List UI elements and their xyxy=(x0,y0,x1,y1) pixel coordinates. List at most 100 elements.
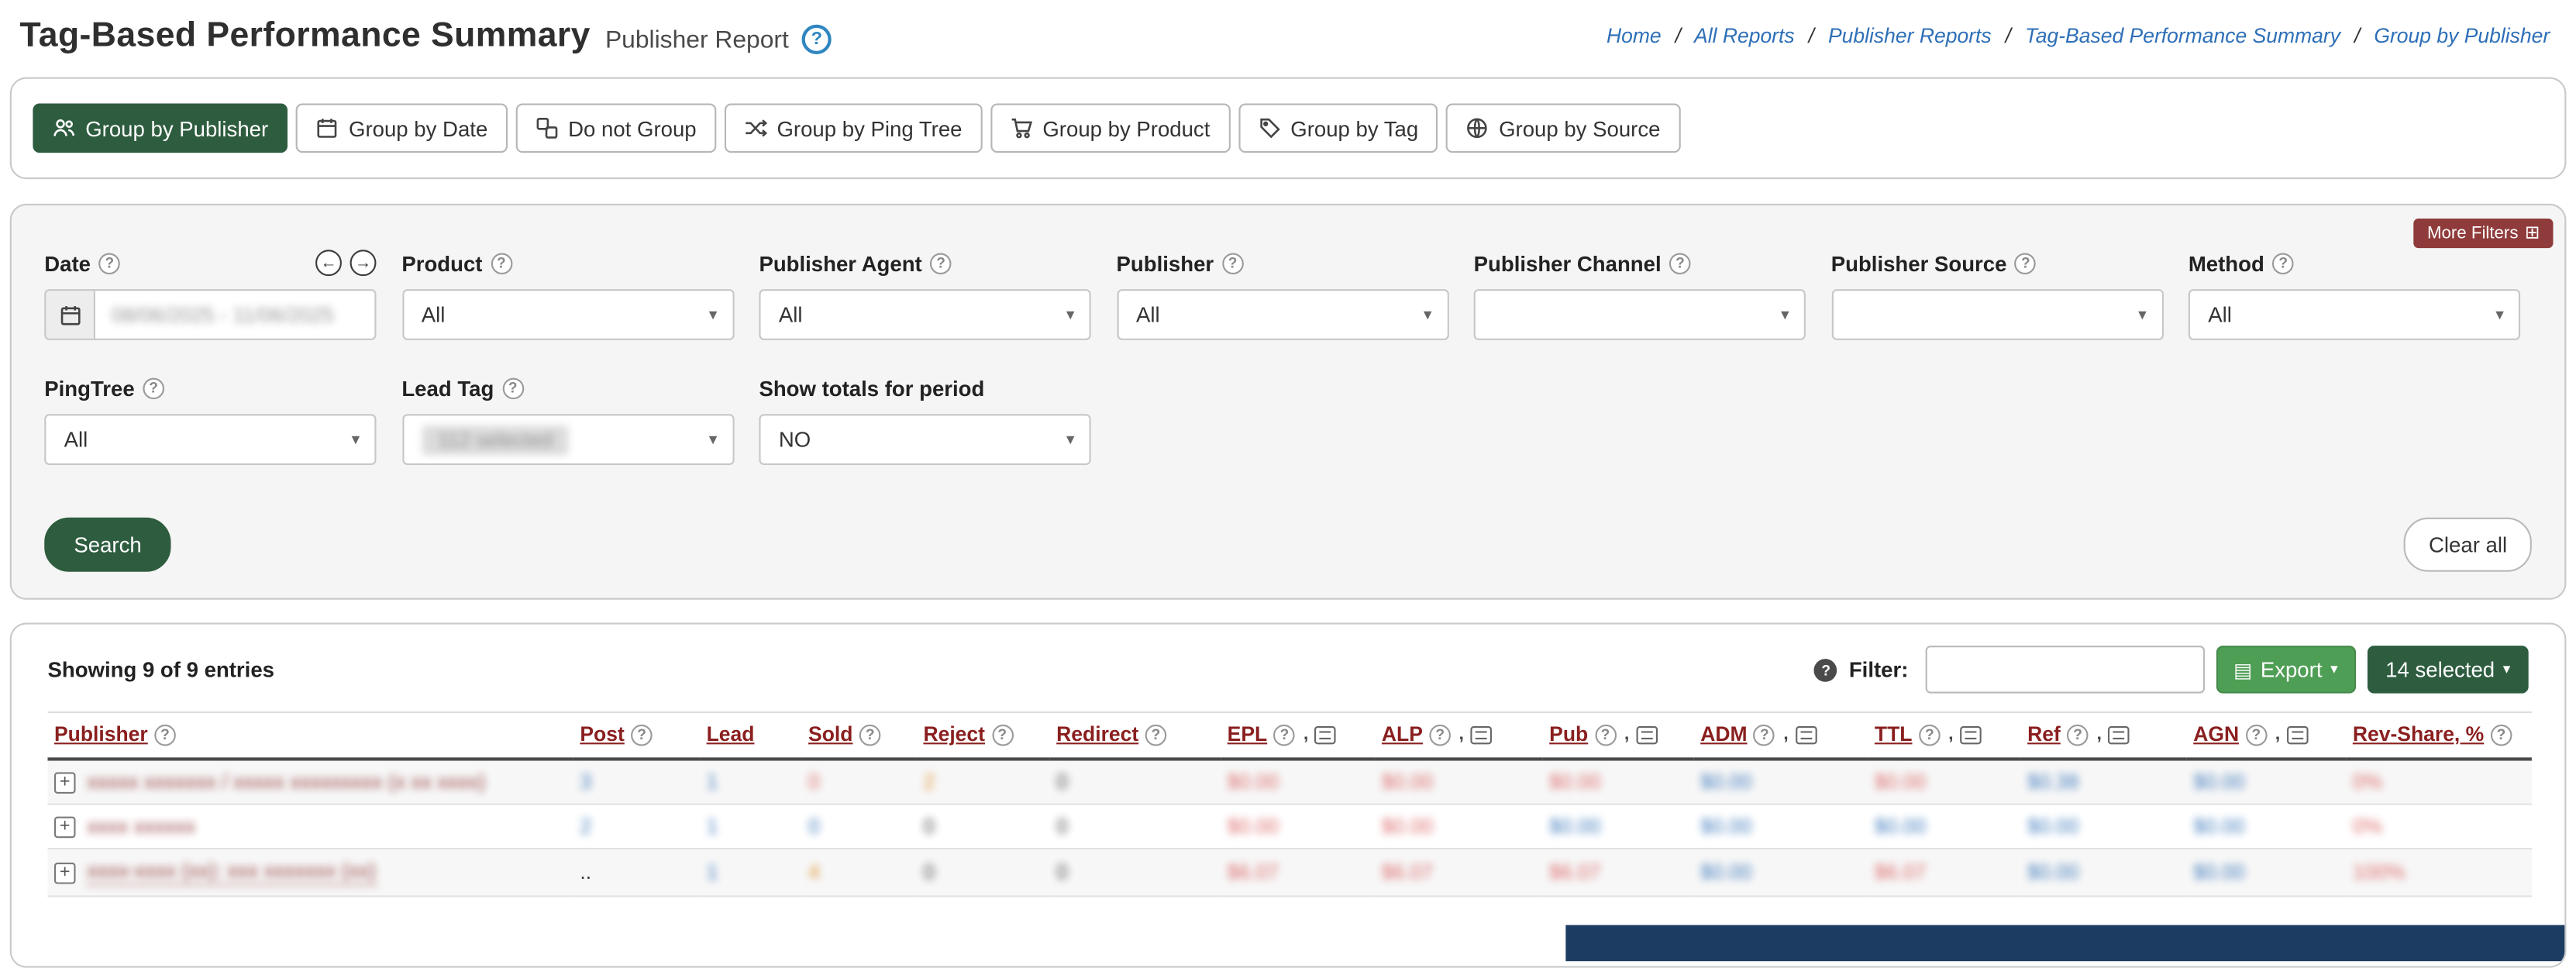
group-by-ping-tree-button[interactable]: Group by Ping Tree xyxy=(725,104,982,153)
publisher-select[interactable]: All ▾ xyxy=(1117,289,1448,340)
help-icon[interactable]: ? xyxy=(2272,252,2294,274)
help-icon[interactable]: ? xyxy=(1919,724,1941,746)
currency-toggle-icon[interactable] xyxy=(2287,725,2309,743)
currency-toggle-icon[interactable] xyxy=(1636,725,1658,743)
currency-toggle-icon[interactable] xyxy=(2108,725,2130,743)
cell-value[interactable]: 3 xyxy=(580,770,591,794)
sort-pub[interactable]: Pub xyxy=(1549,723,1588,746)
cell-pub: $0.00 xyxy=(1543,804,1694,849)
help-icon[interactable]: ? xyxy=(2015,252,2037,274)
sort-agn[interactable]: AGN xyxy=(2193,723,2239,746)
group-by-date-button[interactable]: Group by Date xyxy=(296,104,508,153)
lead-tag-label: Lead Tag xyxy=(401,375,494,400)
sort-rev-share[interactable]: Rev-Share, % xyxy=(2353,723,2484,746)
help-icon[interactable]: ? xyxy=(1754,724,1775,746)
date-range-input[interactable]: 08/06/2025 - 11/06/2025 xyxy=(44,289,376,340)
help-icon[interactable]: ? xyxy=(1669,252,1691,274)
sort-alp[interactable]: ALP xyxy=(1382,723,1423,746)
help-icon[interactable]: ? xyxy=(502,377,524,399)
currency-toggle-icon[interactable] xyxy=(1315,725,1337,743)
table-filter-input[interactable] xyxy=(1925,646,2204,693)
table-row: + xxxx-xxxx (xx): xxx xxxxxxx (xx) .. 1 4… xyxy=(47,849,2531,896)
search-button[interactable]: Search xyxy=(44,518,171,572)
clear-all-button[interactable]: Clear all xyxy=(2404,518,2532,572)
sort-reject[interactable]: Reject xyxy=(923,723,985,746)
publisher-channel-select[interactable]: ▾ xyxy=(1474,289,1806,340)
publisher-link[interactable]: xxxx xxxxxx xyxy=(87,815,195,839)
expand-row-icon[interactable]: + xyxy=(54,816,76,838)
sort-post[interactable]: Post xyxy=(580,723,624,746)
help-icon[interactable]: ? xyxy=(991,724,1013,746)
currency-toggle-icon[interactable] xyxy=(1795,725,1817,743)
sort-sold[interactable]: Sold xyxy=(808,723,852,746)
cell-value: $0.00 xyxy=(1549,770,1600,794)
cell-value[interactable]: 2 xyxy=(580,815,591,839)
date-next-button[interactable]: → xyxy=(350,250,377,276)
currency-toggle-icon[interactable] xyxy=(1471,725,1493,743)
cell-value[interactable]: 2 xyxy=(923,770,935,794)
date-prev-button[interactable]: ← xyxy=(315,250,342,276)
sort-publisher[interactable]: Publisher xyxy=(54,723,148,746)
export-button[interactable]: ▤ Export ▾ xyxy=(2216,646,2356,693)
help-icon[interactable]: ? xyxy=(491,252,512,274)
help-icon[interactable]: ? xyxy=(631,724,653,746)
help-icon[interactable]: ? xyxy=(99,252,121,274)
page-help-icon[interactable]: ? xyxy=(802,25,832,54)
help-icon[interactable]: ? xyxy=(930,252,952,274)
help-icon[interactable]: ? xyxy=(2491,724,2512,746)
breadcrumb-home[interactable]: Home xyxy=(1607,25,1662,48)
help-icon[interactable]: ? xyxy=(1595,724,1617,746)
publisher-link[interactable]: xxxx-xxxx (xx): xxx xxxxxxx (xx) xyxy=(87,859,375,886)
help-icon[interactable]: ? xyxy=(2067,724,2089,746)
lead-tag-select[interactable]: 112 selected ▾ xyxy=(401,414,733,465)
cell-value[interactable]: 4 xyxy=(808,861,820,884)
group-by-product-button[interactable]: Group by Product xyxy=(990,104,1230,153)
breadcrumb-publisher-reports[interactable]: Publisher Reports xyxy=(1828,25,1992,48)
more-filters-button[interactable]: More Filters ⊞ xyxy=(2414,219,2553,248)
cell-value[interactable]: 1 xyxy=(707,815,718,839)
help-icon[interactable]: ? xyxy=(154,724,176,746)
help-icon[interactable]: ? xyxy=(143,377,164,399)
help-icon[interactable]: ? xyxy=(1429,724,1451,746)
help-icon[interactable]: ? xyxy=(1274,724,1296,746)
do-not-group-button[interactable]: Do not Group xyxy=(515,104,716,153)
help-icon[interactable]: ? xyxy=(1222,252,1244,274)
cell-value[interactable]: 0 xyxy=(808,770,820,794)
method-select[interactable]: All ▾ xyxy=(2189,289,2520,340)
show-totals-select[interactable]: NO ▾ xyxy=(759,414,1090,465)
cell-value[interactable]: 1 xyxy=(707,770,718,794)
group-by-publisher-button[interactable]: Group by Publisher xyxy=(33,104,288,153)
cell-value[interactable]: .. xyxy=(580,861,591,884)
breadcrumb-all-reports[interactable]: All Reports xyxy=(1694,25,1795,48)
cell-agn: $0.00 xyxy=(2187,759,2347,804)
group-by-tag-button[interactable]: Group by Tag xyxy=(1238,104,1438,153)
currency-toggle-icon[interactable] xyxy=(1960,725,1982,743)
columns-selected-button[interactable]: 14 selected ▾ xyxy=(2368,646,2529,693)
publisher-source-select[interactable]: ▾ xyxy=(1831,289,2163,340)
group-by-source-button[interactable]: Group by Source xyxy=(1446,104,1680,153)
page-title: Tag-Based Performance Summary xyxy=(19,16,590,56)
calendar-picker-button[interactable] xyxy=(46,291,95,338)
users-icon xyxy=(53,117,76,140)
breadcrumb-current-report[interactable]: Tag-Based Performance Summary xyxy=(2025,25,2340,48)
pingtree-select[interactable]: All ▾ xyxy=(44,414,376,465)
sort-lead[interactable]: Lead xyxy=(707,723,755,746)
expand-row-icon[interactable]: + xyxy=(54,771,76,793)
product-select[interactable]: All ▾ xyxy=(401,289,733,340)
sort-ttl[interactable]: TTL xyxy=(1875,723,1913,746)
publisher-agent-select[interactable]: All ▾ xyxy=(759,289,1090,340)
help-icon[interactable]: ? xyxy=(859,724,881,746)
sort-ref[interactable]: Ref xyxy=(2027,723,2061,746)
cell-value[interactable]: 1 xyxy=(707,861,718,884)
help-icon[interactable]: ? xyxy=(1145,724,1167,746)
expand-row-icon[interactable]: + xyxy=(54,862,76,884)
breadcrumb-group-by-publisher[interactable]: Group by Publisher xyxy=(2374,25,2550,48)
filter-help-icon[interactable]: ? xyxy=(1814,658,1837,681)
sort-epl[interactable]: EPL xyxy=(1228,723,1268,746)
sort-redirect[interactable]: Redirect xyxy=(1056,723,1138,746)
publisher-link[interactable]: xxxxx xxxxxxx / xxxxx xxxxxxxxx (x xx xx… xyxy=(87,770,485,794)
column-header-reject: Reject? xyxy=(917,712,1050,759)
cell-value[interactable]: 0 xyxy=(808,815,820,839)
help-icon[interactable]: ? xyxy=(2246,724,2268,746)
sort-adm[interactable]: ADM xyxy=(1700,723,1747,746)
